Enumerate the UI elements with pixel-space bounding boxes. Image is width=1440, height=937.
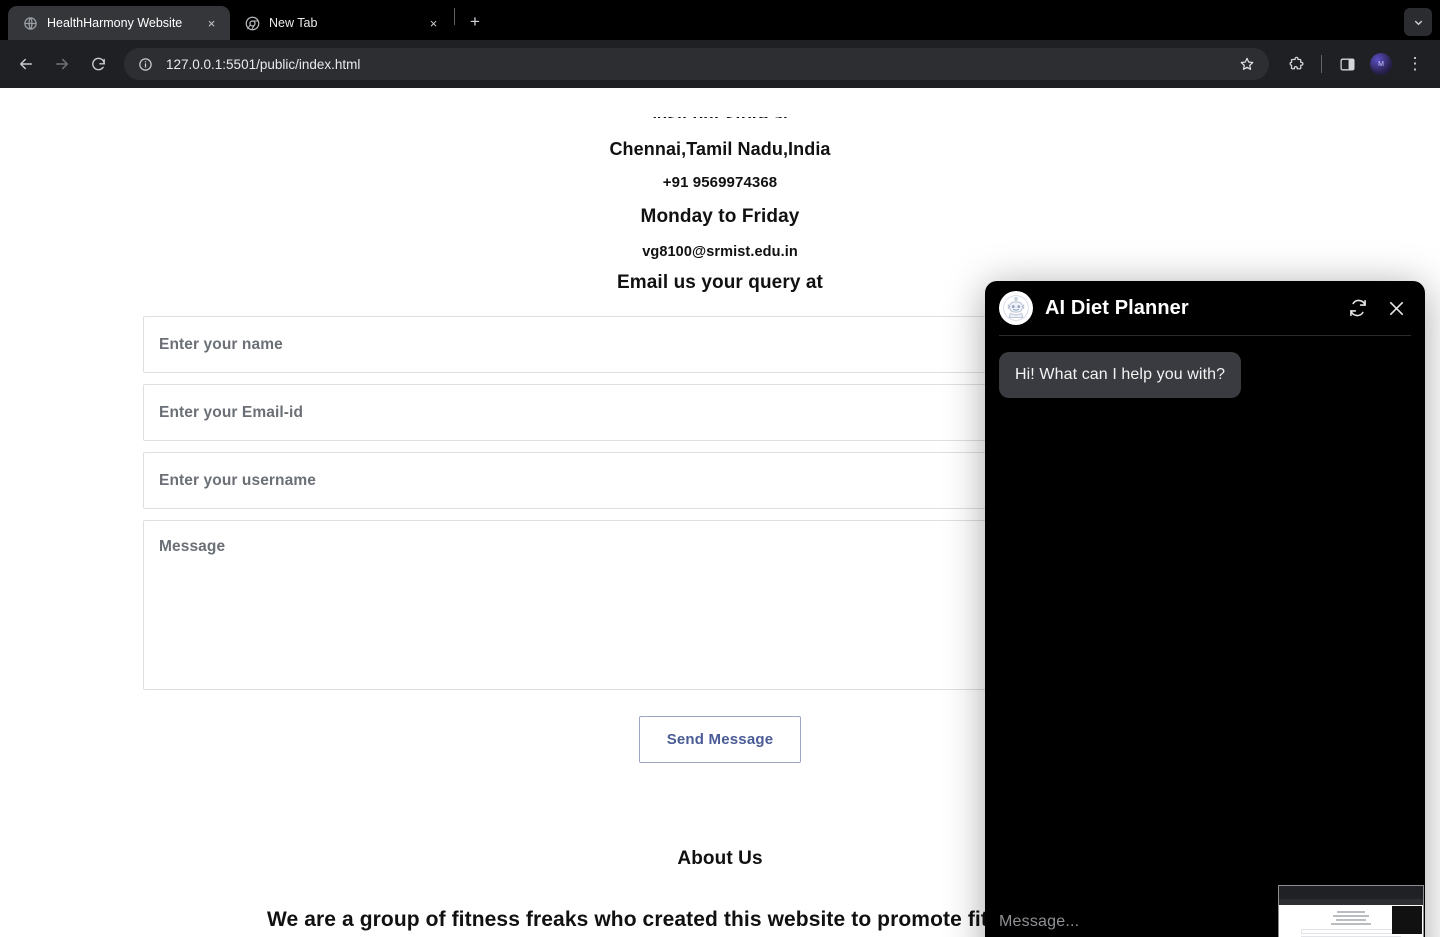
tab-healthharmony-website[interactable]: HealthHarmony Website ×: [8, 6, 230, 40]
working-days: Monday to Friday: [640, 206, 800, 227]
tab-title: HealthHarmony Website: [47, 16, 183, 30]
info-circle-icon[interactable]: [134, 53, 156, 75]
chrome-icon: [244, 15, 260, 31]
chat-header: AI Diet Planner: [985, 281, 1425, 335]
profile-avatar[interactable]: M: [1366, 49, 1396, 79]
toolbar-separator: [1321, 55, 1322, 73]
close-icon[interactable]: [1383, 295, 1409, 321]
page-preview-thumbnail[interactable]: [1278, 885, 1424, 937]
extensions-puzzle-piece-icon[interactable]: [1281, 49, 1311, 79]
email-address: vg8100@srmist.edu.in: [642, 244, 798, 260]
chrome-menu-icon[interactable]: ⋮: [1400, 49, 1430, 79]
refresh-icon[interactable]: [1345, 295, 1371, 321]
tab-search-chevron-down-icon[interactable]: [1404, 8, 1432, 36]
contact-details: +91 9569974368 Monday to Friday vg8100@s…: [142, 174, 1298, 294]
side-panel-icon[interactable]: [1332, 49, 1362, 79]
url-text: 127.0.0.1:5501/public/index.html: [166, 56, 361, 72]
address-text: Chennai,Tamil Nadu,India: [609, 139, 831, 159]
address-bar[interactable]: 127.0.0.1:5501/public/index.html: [124, 48, 1269, 80]
thumbnail-headings: [1301, 911, 1401, 925]
thumbnail-browser-chrome: [1279, 886, 1423, 899]
contact-section: Visit our store at Chennai,Tamil Nadu,In…: [0, 117, 1440, 160]
thumbnail-chat-widget: [1392, 906, 1422, 934]
forward-button[interactable]: [46, 48, 78, 80]
chat-widget: AI Diet Planner Hi! What can I help you …: [985, 281, 1425, 937]
back-button[interactable]: [10, 48, 42, 80]
browser-window: HealthHarmony Website × New Tab × + 127.…: [0, 0, 1440, 937]
browser-toolbar: 127.0.0.1:5501/public/index.html M ⋮: [0, 40, 1440, 88]
globe-icon: [22, 15, 38, 31]
page-viewport: Visit our store at Chennai,Tamil Nadu,In…: [0, 117, 1440, 937]
tab-title: New Tab: [269, 16, 318, 30]
star-icon[interactable]: [1233, 50, 1261, 78]
tab-new-tab[interactable]: New Tab ×: [230, 6, 452, 40]
tab-close-icon[interactable]: ×: [203, 15, 220, 32]
reload-button[interactable]: [82, 48, 114, 80]
robot-avatar-icon: [999, 291, 1033, 325]
phone-number: +91 9569974368: [662, 174, 778, 191]
tab-close-icon[interactable]: ×: [425, 15, 442, 32]
chat-messages: Hi! What can I help you with?: [985, 336, 1425, 901]
cut-off-heading: Visit our store at: [0, 117, 1440, 118]
tab-separator: [454, 7, 455, 25]
send-message-button[interactable]: Send Message: [639, 716, 801, 763]
chat-title: AI Diet Planner: [1045, 296, 1189, 319]
new-tab-button[interactable]: +: [461, 8, 489, 36]
tab-strip: HealthHarmony Website × New Tab × +: [0, 0, 1440, 40]
thumbnail-page: [1279, 905, 1423, 937]
avatar: M: [1370, 53, 1392, 75]
chat-message-bot: Hi! What can I help you with?: [999, 352, 1242, 398]
